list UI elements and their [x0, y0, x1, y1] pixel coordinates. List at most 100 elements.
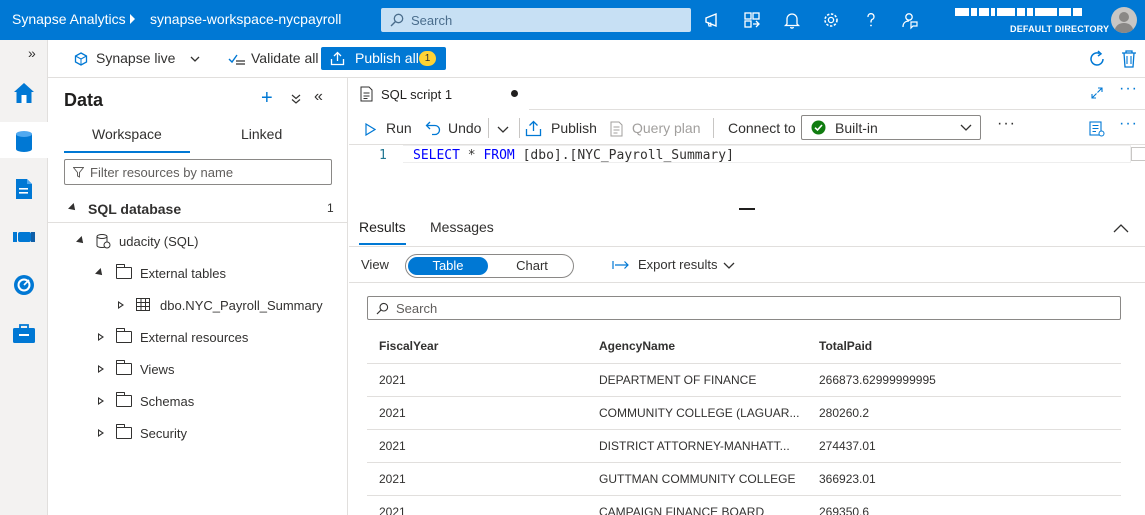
folder-icon — [116, 392, 132, 407]
table-cell[interactable]: 280260.2 — [807, 396, 1121, 430]
tree-item-external-tables[interactable]: External tables — [48, 258, 347, 288]
workspace-name[interactable]: synapse-workspace-nycpayroll — [150, 11, 341, 27]
table-cell[interactable]: 269350.6 — [807, 495, 1121, 515]
nav-home[interactable] — [0, 74, 48, 110]
tree-item-database[interactable]: udacity (SQL) — [48, 226, 347, 256]
settings-icon[interactable] — [821, 10, 841, 30]
expand-rail-chevron-icon[interactable]: » — [28, 45, 36, 61]
editor-toolbar: Run Undo Publish Query plan Connect to B… — [349, 111, 1145, 145]
code-line-1[interactable]: SELECT * FROM [dbo].[NYC_Payroll_Summary… — [413, 148, 734, 163]
tree-section-sql-database[interactable]: SQL database 1 — [48, 193, 347, 223]
panel-more-options-icon[interactable]: ··· — [1119, 115, 1138, 133]
tab-sql-script[interactable]: SQL script 1 — [349, 78, 529, 110]
run-button[interactable]: Run — [386, 120, 412, 136]
publish-button[interactable]: Publish — [551, 120, 597, 136]
column-header-fiscalyear[interactable]: FiscalYear — [367, 329, 587, 364]
tab-messages[interactable]: Messages — [430, 219, 494, 235]
table-cell[interactable]: 2021 — [367, 495, 587, 515]
nav-monitor[interactable] — [0, 266, 48, 302]
collapse-results-chevron-up-icon[interactable] — [1113, 223, 1129, 233]
nav-develop[interactable] — [0, 170, 48, 206]
app-title[interactable]: Synapse Analytics — [12, 11, 126, 27]
table-cell[interactable]: 366923.01 — [807, 462, 1121, 496]
tab-linked[interactable]: Linked — [241, 126, 282, 142]
table-cell[interactable]: GUTTMAN COMMUNITY COLLEGE — [587, 462, 807, 496]
notifications-icon[interactable] — [782, 10, 802, 30]
table-cell[interactable]: DISTRICT ATTORNEY-MANHATT... — [587, 429, 807, 463]
table-cell[interactable]: 2021 — [367, 462, 587, 496]
filter-resources-input[interactable]: Filter resources by name — [64, 159, 332, 185]
pane-resize-handle[interactable] — [739, 208, 755, 210]
collapse-all-chevrons-icon[interactable] — [291, 94, 301, 104]
maximize-icon[interactable] — [1091, 87, 1103, 99]
tree-item-external-resources[interactable]: External resources — [48, 322, 347, 352]
connect-to-dropdown[interactable]: Built-in — [801, 115, 981, 140]
table-cell[interactable]: COMMUNITY COLLEGE (LAGUAR... — [587, 396, 807, 430]
tree-item-schemas[interactable]: Schemas — [48, 386, 347, 416]
view-chart-option[interactable]: Chart — [492, 257, 572, 275]
portal-switch-icon[interactable] — [742, 10, 762, 30]
undo-button[interactable]: Undo — [448, 120, 481, 136]
mode-chevron-down-icon[interactable] — [190, 56, 200, 63]
tree-item-security[interactable]: Security — [48, 418, 347, 448]
feedback-icon[interactable] — [900, 10, 920, 30]
table-cell[interactable]: CAMPAIGN FINANCE BOARD — [587, 495, 807, 515]
query-plan-button[interactable]: Query plan — [632, 120, 700, 136]
manage-icon — [13, 324, 35, 343]
table-cell[interactable]: 2021 — [367, 363, 587, 397]
help-icon[interactable] — [861, 10, 881, 30]
table-row[interactable]: 2021 GUTTMAN COMMUNITY COLLEGE 366923.01 — [367, 462, 1121, 496]
nav-data[interactable] — [0, 122, 48, 158]
home-icon — [14, 83, 34, 103]
sql-code-editor[interactable]: 1 SELECT * FROM [dbo].[NYC_Payroll_Summa… — [349, 145, 1145, 208]
line-number: 1 — [379, 148, 387, 163]
collapsed-triangle-icon — [98, 397, 104, 405]
validate-all-button[interactable]: Validate all — [251, 50, 318, 66]
add-resource-plus-icon[interactable]: + — [261, 88, 273, 108]
toolbar-more-options-icon[interactable]: ··· — [997, 115, 1016, 133]
table-row[interactable]: 2021 CAMPAIGN FINANCE BOARD 269350.6 — [367, 495, 1121, 515]
filter-icon — [73, 167, 84, 178]
properties-icon[interactable] — [1089, 121, 1105, 137]
nav-integrate[interactable] — [0, 218, 48, 254]
filter-placeholder: Filter resources by name — [90, 165, 234, 180]
table-row[interactable]: 2021 DISTRICT ATTORNEY-MANHATT... 274437… — [367, 429, 1121, 463]
global-search-placeholder: Search — [411, 13, 453, 28]
table-cell[interactable]: 266873.62999999995 — [807, 363, 1121, 397]
publish-all-button[interactable]: Publish all 1 — [321, 47, 446, 70]
tab-results[interactable]: Results — [359, 219, 406, 245]
tree-item-table[interactable]: dbo.NYC_Payroll_Summary — [48, 290, 347, 320]
export-chevron-down-icon[interactable] — [723, 262, 735, 270]
database-label: udacity (SQL) — [119, 234, 199, 249]
collapsed-triangle-icon — [98, 333, 104, 341]
discard-icon[interactable] — [1120, 49, 1138, 69]
column-header-agencyname[interactable]: AgencyName — [587, 329, 807, 364]
announcement-icon[interactable] — [703, 10, 723, 30]
tab-more-options-icon[interactable]: ··· — [1119, 80, 1138, 98]
table-cell[interactable]: 2021 — [367, 396, 587, 430]
section-label: SQL database — [88, 201, 182, 217]
undo-chevron-down-icon[interactable] — [497, 126, 509, 134]
view-table-option[interactable]: Table — [408, 257, 488, 275]
tab-workspace[interactable]: Workspace — [64, 126, 190, 153]
table-cell[interactable]: 2021 — [367, 429, 587, 463]
collapse-panel-icon[interactable]: « — [314, 88, 323, 106]
global-search-input[interactable]: Search — [381, 8, 691, 32]
results-search-placeholder: Search — [396, 301, 438, 316]
table-cell[interactable]: 274437.01 — [807, 429, 1121, 463]
user-account-name-redacted[interactable] — [955, 8, 1105, 20]
refresh-icon[interactable] — [1087, 49, 1107, 69]
table-row[interactable]: 2021 COMMUNITY COLLEGE (LAGUAR... 280260… — [367, 396, 1121, 430]
table-row[interactable]: 2021 DEPARTMENT OF FINANCE 266873.629999… — [367, 363, 1121, 397]
editor-scrollbar[interactable] — [1131, 147, 1145, 161]
table-cell[interactable]: DEPARTMENT OF FINANCE — [587, 363, 807, 397]
results-search-input[interactable]: Search — [367, 296, 1121, 320]
avatar[interactable] — [1111, 7, 1137, 33]
tree-item-views[interactable]: Views — [48, 354, 347, 384]
nav-manage[interactable] — [0, 314, 48, 350]
export-results-button[interactable]: Export results — [638, 257, 717, 272]
synapse-live-label[interactable]: Synapse live — [96, 50, 175, 66]
run-icon — [365, 123, 376, 136]
code-text: * — [459, 148, 484, 163]
column-header-totalpaid[interactable]: TotalPaid — [807, 329, 1121, 364]
